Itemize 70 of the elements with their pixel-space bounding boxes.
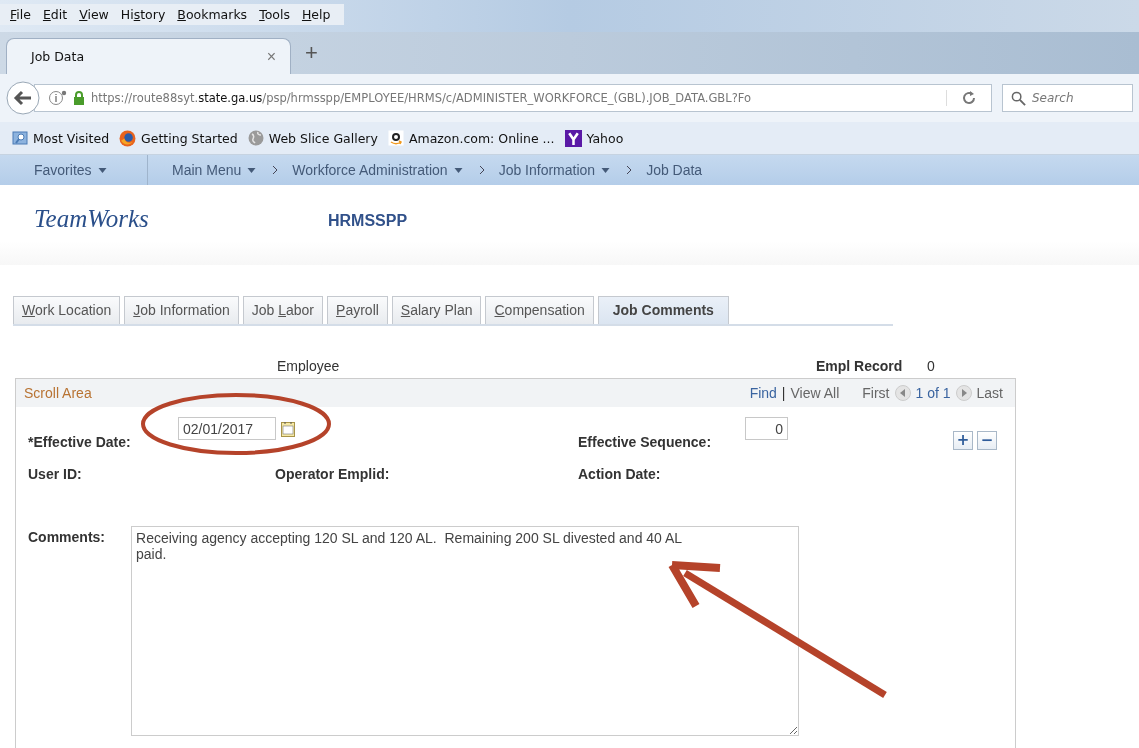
first-link[interactable]: First	[862, 385, 890, 401]
sequence-input[interactable]: 0	[745, 417, 788, 440]
menu-item[interactable]: View	[73, 7, 115, 22]
browser-tab[interactable]: Job Data ×	[6, 38, 291, 74]
field-label: User ID:	[28, 466, 83, 482]
bookmark[interactable]: Yahoo	[564, 129, 624, 147]
employee-label: Employee	[277, 358, 341, 374]
breadcrumb-link[interactable]: Job Information	[470, 162, 619, 178]
empl-record-label: Empl Record	[816, 358, 904, 374]
breadcrumb-link[interactable]: Main Menu	[164, 162, 265, 178]
menu-item[interactable]: Help	[295, 7, 337, 22]
menu-item[interactable]: Tools	[253, 7, 296, 22]
field-label: Operator Emplid:	[275, 466, 390, 482]
logo: TeamWorks	[34, 205, 150, 233]
close-tab-button[interactable]: ×	[266, 47, 276, 66]
url-text: https://route88syt.state.ga.us/psp/hrmsspp/EMPLOYEE/HRMS/c/ADMINISTER_WORKFORCE_(GBL).JOB_DATA.GBL?Fo	[91, 91, 752, 105]
page-tab[interactable]: Job Labor	[242, 296, 324, 324]
empl-record-value: 0	[927, 358, 935, 374]
folder-icon	[12, 130, 28, 146]
search-field[interactable]: Search	[1002, 84, 1133, 112]
bookmark[interactable]: Amazon.com: Online ...	[387, 130, 555, 146]
new-tab-button[interactable]: +	[305, 40, 318, 66]
field-label: *Effective Date:	[28, 434, 132, 450]
chevron-icon	[626, 165, 633, 175]
page-tab[interactable]: Work Location	[13, 296, 121, 324]
view-all-link[interactable]: View All	[790, 385, 840, 401]
menu-item[interactable]: Edit	[36, 7, 74, 22]
chevron-icon	[272, 165, 279, 175]
calendar-icon[interactable]	[281, 420, 295, 437]
last-link[interactable]: Last	[976, 385, 1003, 401]
back-button[interactable]	[6, 81, 40, 115]
field-label: Action Date:	[578, 466, 662, 482]
address-bar[interactable]: https://route88syt.state.ga.us/psp/hrmsspp/EMPLOYEE/HRMS/c/ADMINISTER_WORKFORCE_(GBL).JOB_DATA.GBL?Fo	[34, 84, 992, 112]
bookmark[interactable]: Web Slice Gallery	[247, 130, 378, 146]
breadcrumb-link[interactable]: Workforce Administration	[264, 162, 471, 178]
chevron-icon	[478, 165, 485, 175]
date-input[interactable]: 02/01/2017	[178, 417, 276, 440]
bookmark[interactable]: Most Visited	[12, 130, 110, 146]
previous-icon[interactable]	[894, 385, 911, 401]
lock-icon[interactable]	[73, 91, 85, 105]
page-tab[interactable]: Compensation	[485, 296, 594, 324]
database-name: HRMSSPP	[328, 212, 408, 230]
search-icon	[1011, 90, 1026, 106]
page-tab[interactable]: Salary Plan	[391, 296, 482, 324]
globe-icon	[247, 130, 264, 146]
menu-item[interactable]: File	[4, 7, 37, 22]
info-icon[interactable]	[49, 90, 67, 106]
page-tab[interactable]: Payroll	[327, 296, 388, 324]
menu-item[interactable]: Bookmarks	[171, 7, 254, 22]
firefox-icon	[119, 129, 137, 147]
yahoo-icon	[564, 129, 582, 147]
caret-icon	[453, 167, 463, 173]
add-row-button[interactable]: +	[953, 431, 973, 450]
next-icon[interactable]	[955, 385, 972, 401]
menu-item[interactable]: History	[114, 7, 172, 22]
find-link[interactable]: Find	[749, 385, 777, 401]
record-count: 1 of 1	[915, 385, 951, 401]
bookmark[interactable]: Getting Started	[119, 129, 238, 147]
caret-icon	[97, 167, 107, 173]
page-tab[interactable]: Job Information	[124, 296, 239, 324]
comments-input[interactable]: Receiving agency accepting 120 SL and 120 AL. Remaining 200 SL divested and 40 AL paid.	[131, 526, 799, 736]
link-separator: |	[781, 385, 786, 401]
page-tab[interactable]: Job Comments	[597, 296, 729, 324]
breadcrumb-link[interactable]: Job Data	[618, 162, 711, 178]
field-label: Comments:	[28, 529, 105, 547]
delete-row-button[interactable]: −	[977, 431, 997, 450]
field-label: Effective Sequence:	[578, 434, 713, 450]
scroll-area-title: Scroll Area	[24, 385, 93, 401]
caret-icon	[601, 167, 611, 173]
caret-icon	[247, 167, 257, 173]
